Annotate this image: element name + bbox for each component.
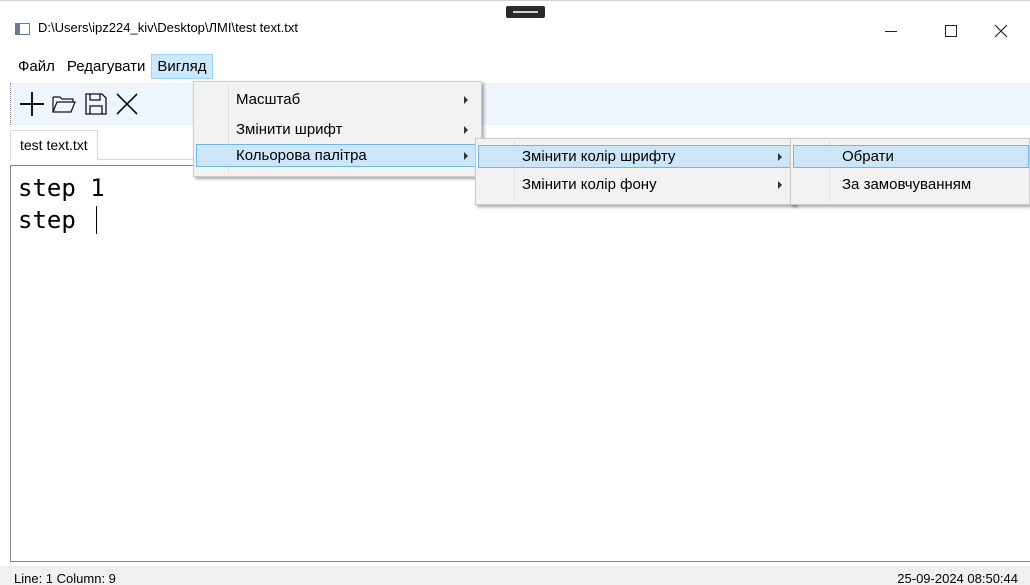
maximize-icon [945,25,957,37]
close-icon [994,24,1008,38]
color-palette-menu: Змінити колір шрифту Змінити колір фону [475,138,796,205]
menu-item-default-label: За замовчуванням [842,176,972,193]
open-folder-icon [52,96,76,113]
menu-item-change-bg-color[interactable]: Змінити колір фону [478,173,793,196]
open-file-button[interactable] [49,89,79,119]
menu-item-change-font-color-label: Змінити колір шрифту [522,148,676,165]
maximize-button[interactable] [928,13,974,49]
menu-item-default[interactable]: За замовчуванням [793,173,1029,196]
submenu-arrow-icon [464,126,468,134]
font-color-menu: Обрати За замовчуванням [790,138,1030,205]
submenu-arrow-icon [464,152,468,160]
menu-bar: Файл Редагувати Вигляд [0,52,1030,81]
app-icon [15,23,30,35]
close-file-button[interactable] [112,89,142,119]
submenu-arrow-icon [778,181,782,189]
menu-item-color-palette[interactable]: Кольорова палітра [196,144,479,167]
menu-item-choose[interactable]: Обрати [793,145,1029,168]
menu-item-change-bg-color-label: Змінити колір фону [522,176,657,193]
window-title: D:\Users\ipz224_kiv\Desktop\ЛМІ\test tex… [38,20,298,35]
new-file-button[interactable] [17,89,47,119]
cursor-position: Line: 1 Column: 9 [14,571,116,585]
menu-item-change-font[interactable]: Змінити шрифт [196,118,479,141]
new-file-icon [20,92,44,116]
menu-item-change-font-label: Змінити шрифт [236,121,343,138]
editor-line-2: step [18,204,1030,236]
close-window-button[interactable] [978,13,1024,49]
toolbar [10,83,1030,125]
editor-line-2-text: step [18,206,91,234]
menu-item-change-font-color[interactable]: Змінити колір шрифту [478,145,793,168]
close-file-icon [116,93,138,115]
minimize-icon [885,30,897,32]
submenu-arrow-icon [464,96,468,104]
status-bar: Line: 1 Column: 9 25-09-2024 08:50:44 [0,566,1030,585]
menu-edit[interactable]: Редагувати [61,54,152,79]
tab-test-text[interactable]: test text.txt [10,130,98,161]
save-icon [85,93,107,115]
text-caret [96,206,98,234]
menu-item-zoom[interactable]: Масштаб [196,88,479,111]
snap-grip[interactable] [506,6,545,18]
menu-item-zoom-label: Масштаб [236,91,301,108]
save-button[interactable] [81,89,111,119]
menu-item-color-palette-label: Кольорова палітра [236,147,367,164]
menu-item-choose-label: Обрати [842,148,894,165]
text-editor[interactable]: step 1 step [10,165,1030,562]
view-menu: Масштаб Змінити шрифт Кольорова палітра [193,81,482,177]
status-datetime: 25-09-2024 08:50:44 [897,571,1018,585]
title-bar[interactable]: D:\Users\ipz224_kiv\Desktop\ЛМІ\test tex… [0,0,1030,52]
menu-file[interactable]: Файл [12,54,61,79]
submenu-arrow-icon [778,153,782,161]
minimize-button[interactable] [868,13,914,49]
menu-view[interactable]: Вигляд [151,54,213,79]
